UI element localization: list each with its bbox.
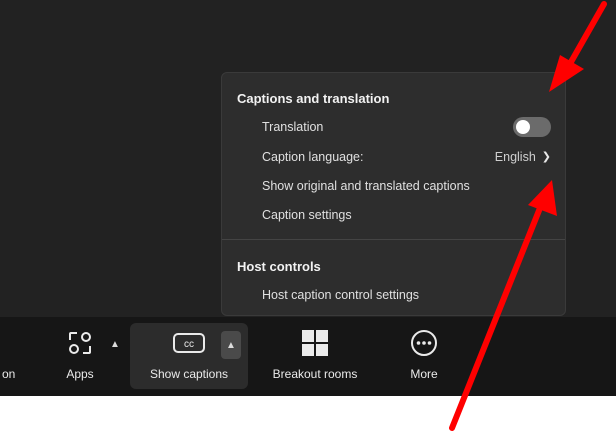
captions-menu-popup: Captions and translation Translation Cap… [221, 72, 566, 316]
menu-divider [222, 239, 565, 240]
breakout-rooms-button[interactable]: Breakout rooms [260, 317, 370, 396]
menu-item-translation[interactable]: Translation [262, 115, 551, 139]
menu-item-label: Show original and translated captions [262, 179, 470, 193]
captions-section-title: Captions and translation [237, 91, 390, 106]
caption-language-value: English [494, 150, 536, 164]
apps-icon [67, 329, 93, 357]
apps-label: Apps [66, 367, 94, 381]
toolbar-item-cut-label[interactable]: on [2, 367, 15, 381]
menu-item-label: Translation [262, 120, 324, 134]
more-label: More [410, 367, 438, 381]
captions-options-button[interactable]: ▲ [221, 331, 241, 359]
apps-button[interactable]: Apps [60, 317, 100, 396]
chevron-up-icon: ▲ [226, 339, 236, 351]
svg-text:cc: cc [184, 339, 194, 350]
more-button[interactable]: More [402, 317, 446, 396]
screenshot-stage: Captions and translation Translation Cap… [0, 0, 616, 432]
breakout-rooms-label: Breakout rooms [272, 367, 358, 381]
menu-item-caption-settings[interactable]: Caption settings [262, 203, 551, 227]
chevron-up-icon[interactable]: ▲ [110, 339, 120, 350]
host-controls-section-title: Host controls [237, 259, 321, 274]
menu-item-label: Host caption control settings [262, 288, 420, 302]
toggle-knob [516, 120, 530, 134]
menu-item-label: Caption language: [262, 150, 364, 164]
meeting-toolbar: on Apps ▲ cc Show captions ▲ Breakout ro… [0, 317, 616, 396]
menu-item-show-original-translated[interactable]: Show original and translated captions [262, 174, 551, 198]
menu-item-host-caption-control-settings[interactable]: Host caption control settings [262, 283, 551, 307]
closed-captions-icon: cc [172, 329, 206, 357]
menu-item-label: Caption settings [262, 208, 352, 222]
menu-item-caption-language[interactable]: Caption language: English ❯ [262, 145, 551, 169]
chevron-right-icon: ❯ [541, 151, 551, 163]
show-captions-label: Show captions [149, 367, 229, 381]
more-dots-icon [410, 329, 438, 357]
breakout-rooms-icon [301, 329, 329, 357]
translation-toggle[interactable] [513, 117, 551, 137]
